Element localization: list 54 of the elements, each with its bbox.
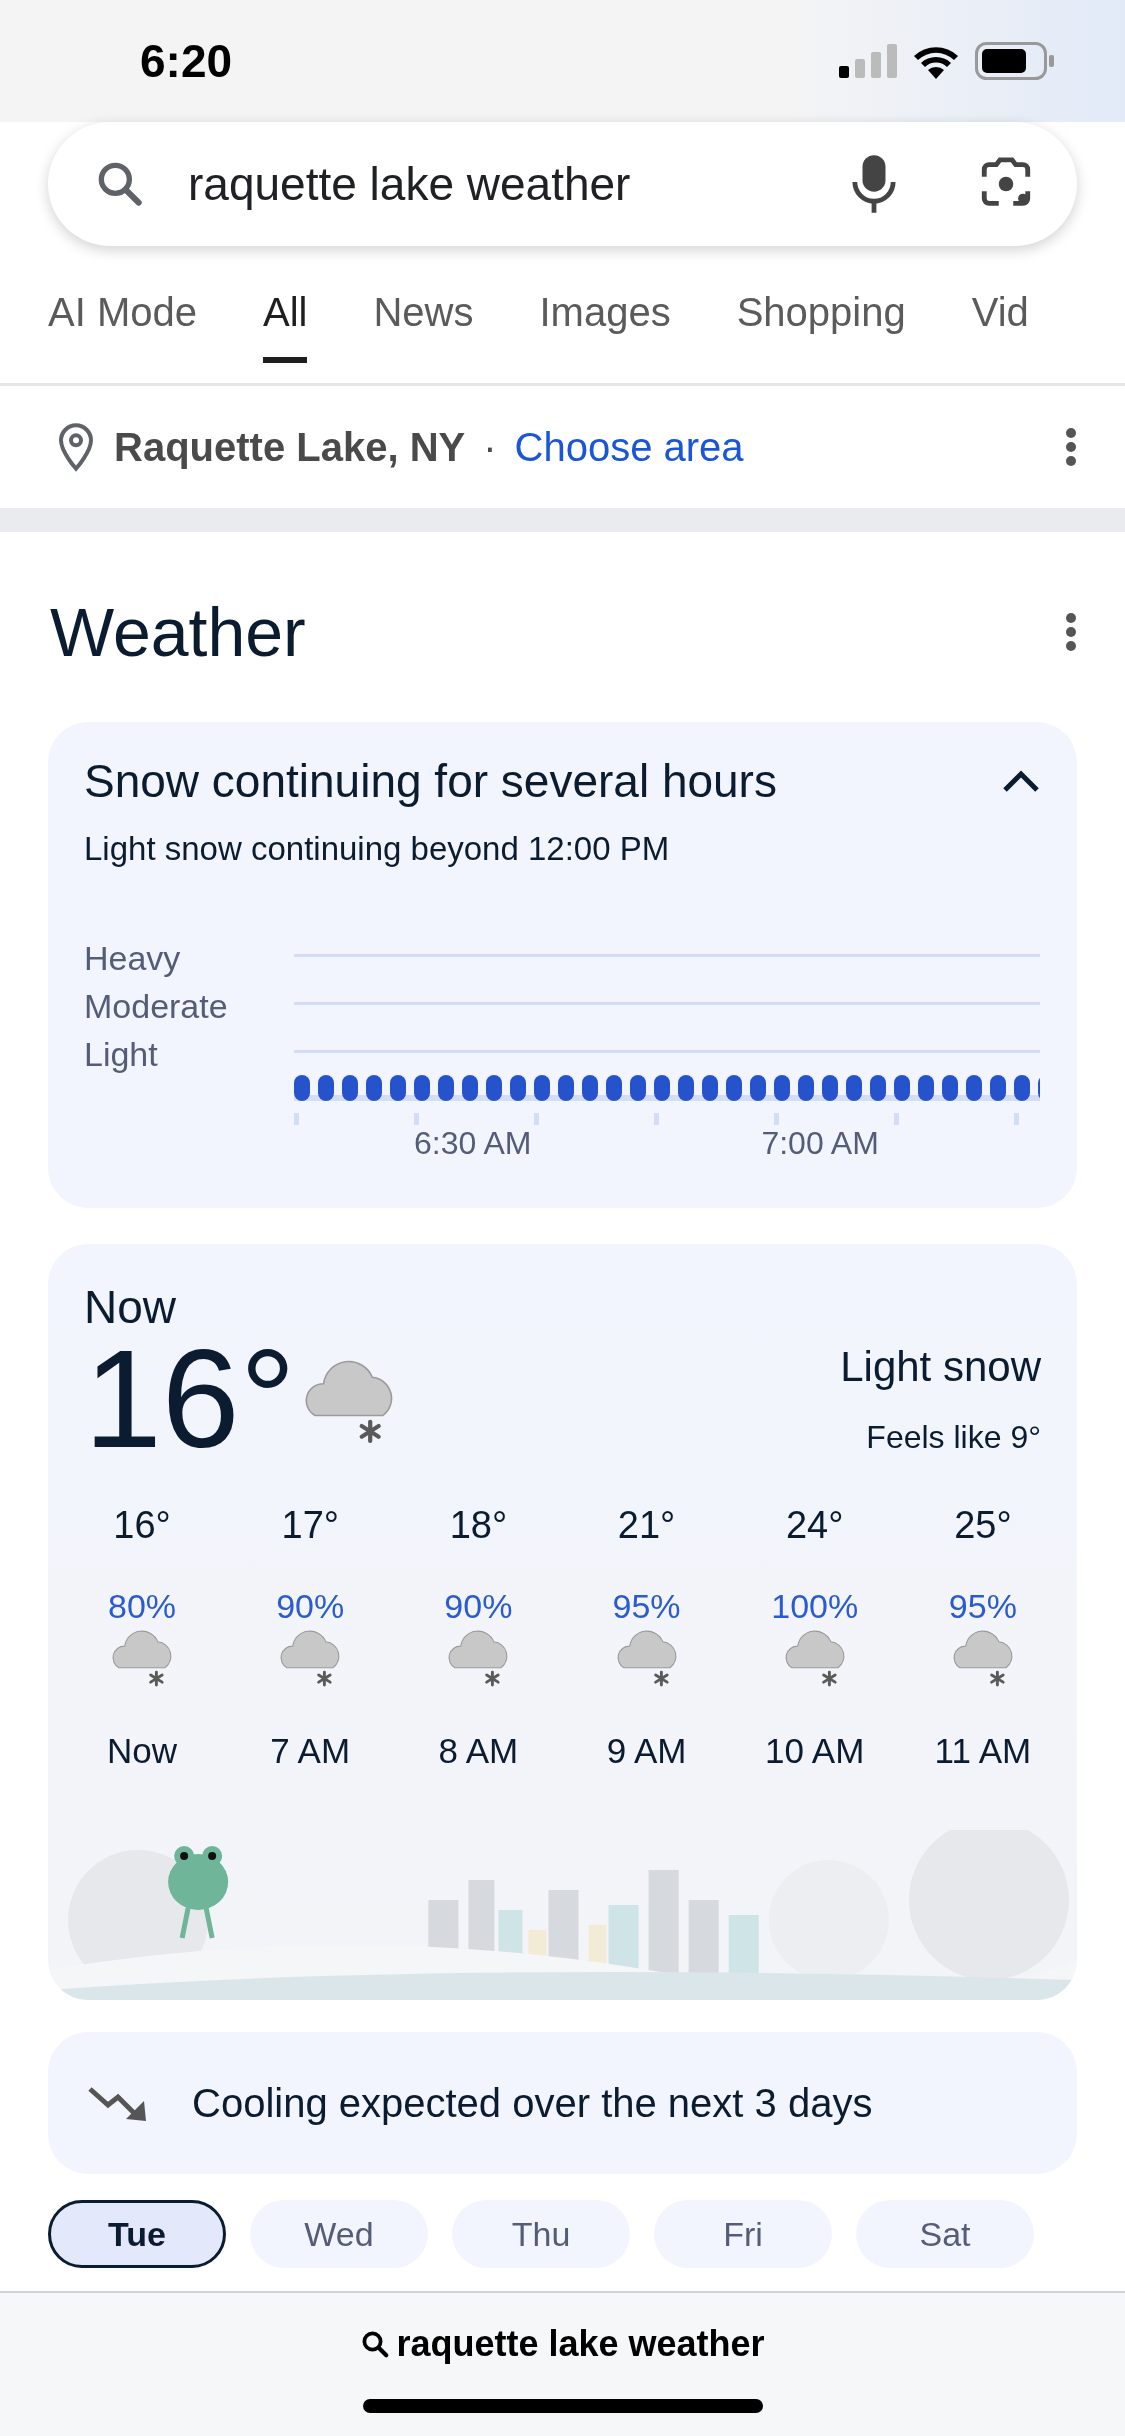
hour-label: 11 AM [934, 1731, 1032, 1772]
day-tab[interactable]: Sat [856, 2200, 1034, 2268]
hour-label: 7 AM [270, 1731, 351, 1772]
choose-area-link[interactable]: Choose area [514, 424, 744, 470]
search-tab[interactable]: Vid [943, 266, 1057, 363]
more-options-icon[interactable] [1065, 427, 1077, 467]
signal-icon [839, 44, 897, 78]
hourly-temperature: 21° [617, 1504, 676, 1547]
weather-heading: Weather [50, 593, 306, 671]
hour-label: 10 AM [765, 1731, 865, 1772]
day-tab[interactable]: Fri [654, 2200, 832, 2268]
intensity-label: Heavy [84, 938, 182, 979]
search-tab[interactable]: All [262, 266, 308, 363]
condition-text: Light snow [840, 1342, 1041, 1391]
hourly-temperature: 16° [113, 1504, 171, 1547]
time-label: 7:00 AM [761, 1125, 879, 1162]
trend-text: Cooling expected over the next 3 days [192, 2080, 873, 2126]
chevron-icon[interactable] [1001, 768, 1041, 794]
day-tab[interactable]: Tue [48, 2200, 226, 2268]
feels-like-text: Feels like 9° [866, 1418, 1041, 1456]
hour-label: 9 AM [606, 1731, 687, 1772]
battery-icon [975, 42, 1055, 80]
search-field[interactable]: raquette lake weather [48, 122, 1077, 246]
hourly-temperature: 25° [954, 1504, 1012, 1547]
intensity-label: Light [84, 1034, 159, 1075]
snow-chance: 80% [108, 1587, 177, 1626]
snow-chance: 95% [948, 1587, 1017, 1626]
snow-chance: 100% [771, 1587, 859, 1626]
search-tab[interactable]: News [345, 266, 502, 363]
separator-dot: · [483, 424, 497, 470]
hourly-temperature: 17° [281, 1504, 339, 1547]
search-tab[interactable]: Images [511, 266, 699, 363]
snow-chance: 95% [612, 1587, 681, 1626]
time-label: 6:30 AM [414, 1125, 532, 1162]
hour-label: Now [107, 1731, 178, 1772]
alert-title: Snow continuing for several hours [84, 754, 777, 808]
hourly-temperature: 18° [449, 1504, 508, 1547]
status-time: 6:20 [140, 34, 233, 88]
location-pin-icon [56, 422, 96, 472]
snow-chance: 90% [276, 1587, 345, 1626]
day-tab[interactable]: Thu [452, 2200, 630, 2268]
location-name: Raquette Lake, NY [114, 424, 466, 470]
more-options-icon[interactable] [1065, 612, 1077, 652]
search-tab[interactable]: AI Mode [20, 266, 225, 363]
day-tab[interactable]: Wed [250, 2200, 428, 2268]
microphone-icon[interactable] [851, 153, 897, 215]
alert-subtitle: Light snow continuing beyond 12:00 PM [84, 830, 671, 868]
hourly-temperature: 24° [785, 1504, 844, 1547]
intensity-label: Moderate [84, 986, 229, 1027]
search-icon [360, 2329, 391, 2359]
snow-chance: 90% [444, 1587, 513, 1626]
hour-label: 8 AM [438, 1731, 519, 1772]
search-tab[interactable]: Shopping [708, 266, 934, 363]
search-query-text[interactable]: raquette lake weather [396, 2323, 765, 2365]
